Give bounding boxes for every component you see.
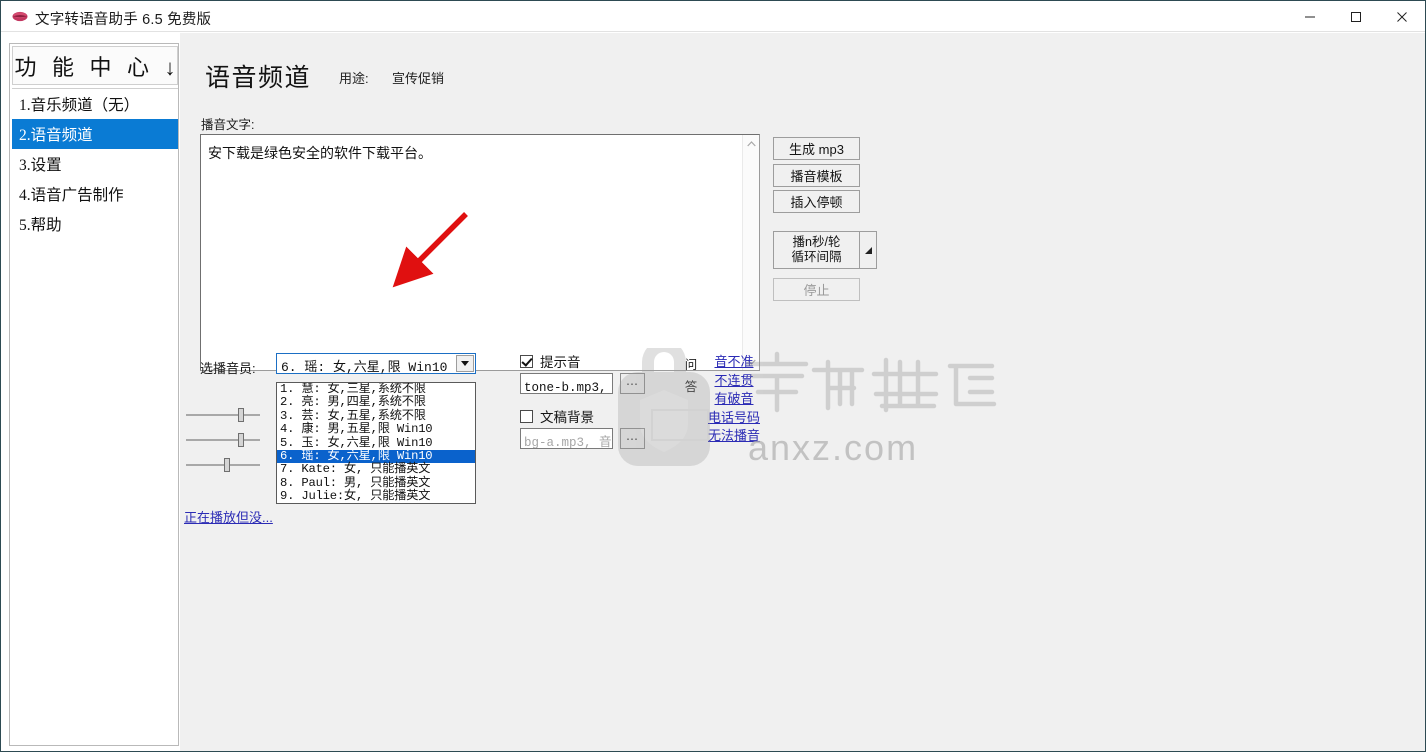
background-checkbox-row[interactable]: 文稿背景 (520, 406, 594, 426)
faq-link-list: 音不准 不连贯 有破音 电话号码 无法播音 (703, 353, 765, 446)
faq-link-not-fluent[interactable]: 不连贯 (703, 372, 765, 391)
background-file-value: bg-a.mp3, 音量 (524, 436, 612, 449)
list-item[interactable]: 7. Kate: 女, 只能播英文 (277, 462, 475, 476)
window-title: 文字转语音助手 6.5 免费版 (35, 12, 212, 28)
voice-dropdown-list[interactable]: 1. 慧: 女,三星,系统不限 2. 亮: 男,四星,系统不限 3. 芸: 女,… (276, 382, 476, 504)
list-item[interactable]: 2. 亮: 男,四星,系统不限 (277, 395, 475, 409)
list-item[interactable]: 9. Julie:女, 只能播英文 (277, 489, 475, 503)
loop-interval-combo[interactable]: 播n秒/轮 循环间隔 (773, 231, 860, 269)
sidebar-header[interactable]: 功 能 中 心 ↓ (12, 46, 178, 85)
page-title: 语音频道 (205, 65, 312, 92)
voice-selector-combo[interactable]: 6. 瑶: 女,六星,限 Win10 (276, 353, 476, 375)
close-button[interactable] (1379, 1, 1425, 32)
list-item[interactable]: 5. 玉: 女,六星,限 Win10 (277, 436, 475, 450)
purpose-value: 宣传促销 (392, 71, 445, 86)
lips-icon (12, 9, 28, 24)
purpose-label: 用途: (339, 71, 369, 86)
slider-thumb[interactable] (238, 408, 244, 422)
tone-file-value: tone-b.mp3, 音量 (524, 381, 612, 394)
loop-combo-line2: 循环间隔 (791, 250, 842, 264)
slider-track (186, 439, 260, 441)
volume-slider[interactable] (186, 458, 260, 472)
faq-label-line1: 问 (684, 358, 698, 372)
loop-combo-line1: 播n秒/轮 (792, 235, 841, 249)
sidebar-item-label: 1.音乐频道（无） (19, 97, 140, 114)
faq-link-cannot-broadcast[interactable]: 无法播音 (703, 427, 765, 446)
faq-label-line2: 答 (684, 380, 698, 394)
main-panel: 语音频道 用途: 宣传促销 播音文字: 安下载是绿色安全的软件下载平台。 生成 … (180, 33, 1425, 751)
stop-button[interactable]: 停止 (773, 278, 860, 301)
sidebar-item-label: 3.设置 (19, 157, 62, 174)
insert-pause-button[interactable]: 插入停顿 (773, 190, 860, 213)
tone-checkbox-label: 提示音 (540, 355, 581, 370)
broadcast-text-input[interactable]: 安下载是绿色安全的软件下载平台。 (200, 134, 760, 371)
sidebar-item-settings[interactable]: 3.设置 (12, 149, 178, 179)
broadcast-text-label: 播音文字: (201, 118, 255, 132)
sidebar-item-label: 4.语音广告制作 (19, 187, 124, 204)
voice-selector-value: 6. 瑶: 女,六星,限 Win10 (281, 360, 448, 375)
generate-mp3-button[interactable]: 生成 mp3 (773, 137, 860, 160)
faq-label: 问 答 (683, 354, 699, 398)
tone-checkbox-row[interactable]: 提示音 (520, 351, 581, 371)
sidebar-item-music-channel[interactable]: 1.音乐频道（无） (12, 89, 178, 119)
faq-link-voice-crack[interactable]: 有破音 (703, 390, 765, 409)
minimize-button[interactable] (1287, 1, 1333, 32)
playing-status-link[interactable]: 正在播放但没... (184, 507, 273, 526)
sidebar-item-help[interactable]: 5.帮助 (12, 209, 178, 239)
broadcast-text-value: 安下载是绿色安全的软件下载平台。 (208, 145, 432, 161)
checkbox-checked-icon[interactable] (520, 354, 533, 368)
scroll-up-icon[interactable] (743, 135, 760, 152)
slider-track (186, 464, 260, 466)
maximize-button[interactable] (1333, 1, 1379, 32)
textarea-scrollbar[interactable] (742, 135, 759, 370)
watermark-domain: anxz.com (748, 427, 918, 468)
background-browse-button[interactable]: ⋯ (620, 428, 645, 449)
tone-browse-button[interactable]: ⋯ (620, 373, 645, 394)
voice-selector-label: 选播音员: (200, 361, 256, 376)
slider-thumb[interactable] (238, 433, 244, 447)
sidebar-item-label: 5.帮助 (19, 217, 62, 234)
faq-link-phone-number[interactable]: 电话号码 (703, 409, 765, 428)
sidebar-item-label: 2.语音频道 (19, 127, 93, 144)
checkbox-unchecked-icon[interactable] (520, 409, 533, 423)
pitch-slider[interactable] (186, 433, 260, 447)
speed-slider[interactable] (186, 408, 260, 422)
slider-thumb[interactable] (224, 458, 230, 472)
chevron-down-icon[interactable] (456, 355, 474, 372)
application-window: 文字转语音助手 6.5 免费版 功 能 中 心 ↓ 1.音乐频道（无） 2.语音… (0, 0, 1426, 752)
loop-interval-dropdown-icon[interactable] (860, 231, 877, 269)
title-bar: 文字转语音助手 6.5 免费版 (1, 1, 1425, 32)
background-checkbox-label: 文稿背景 (540, 410, 594, 425)
tone-file-input[interactable]: tone-b.mp3, 音量 (520, 373, 613, 394)
sidebar-item-voice-channel[interactable]: 2.语音频道 (12, 119, 178, 149)
faq-link-inaccurate-pronunciation[interactable]: 音不准 (703, 353, 765, 372)
slider-track (186, 414, 260, 416)
sidebar-header-label: 功 能 中 心 ↓ (14, 54, 181, 80)
background-file-input[interactable]: bg-a.mp3, 音量 (520, 428, 613, 449)
sidebar-item-voice-ad-production[interactable]: 4.语音广告制作 (12, 179, 178, 209)
list-item[interactable]: 4. 康: 男,五星,限 Win10 (277, 422, 475, 436)
sidebar: 功 能 中 心 ↓ 1.音乐频道（无） 2.语音频道 3.设置 4.语音广告制作… (9, 43, 179, 746)
sidebar-menu: 1.音乐频道（无） 2.语音频道 3.设置 4.语音广告制作 5.帮助 (12, 88, 178, 743)
broadcast-template-button[interactable]: 播音模板 (773, 164, 860, 187)
